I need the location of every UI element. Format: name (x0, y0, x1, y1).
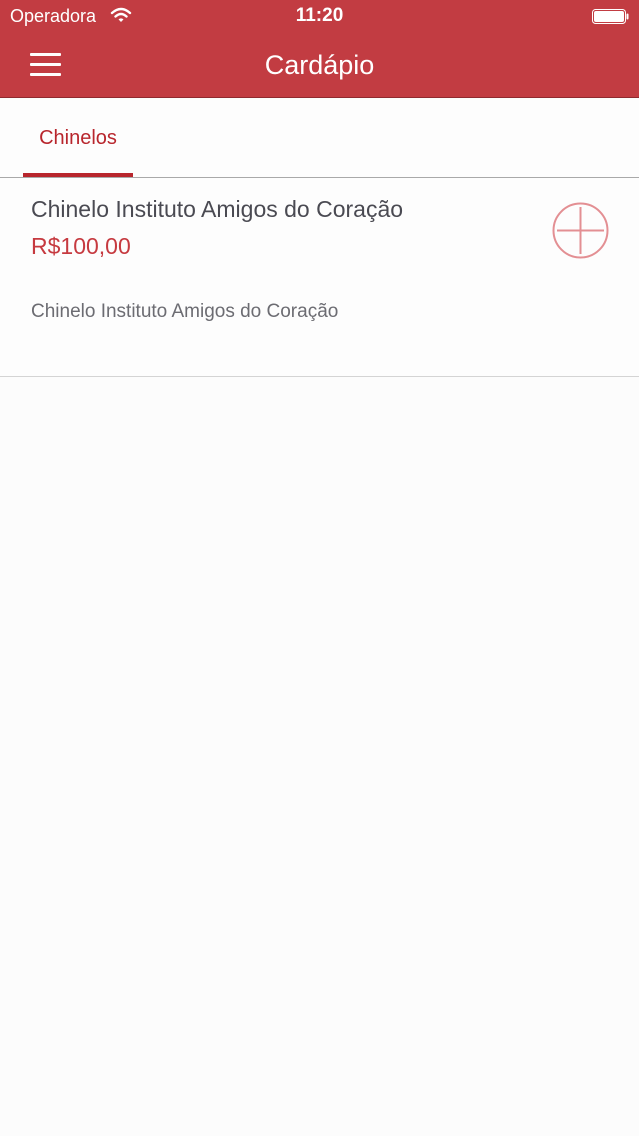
product-item[interactable]: Chinelo Instituto Amigos do Coração R$10… (0, 178, 639, 377)
product-description: Chinelo Instituto Amigos do Coração (31, 301, 339, 322)
tab-chinelos[interactable]: Chinelos (23, 99, 133, 177)
tab-selected-indicator (23, 173, 133, 177)
app-header: Operadora 11:20 Cardápio (0, 0, 639, 98)
status-time: 11:20 (295, 5, 344, 26)
page-title: Cardápio (264, 50, 375, 80)
tab-label: Chinelos (39, 127, 117, 149)
add-circle-icon[interactable] (552, 202, 609, 259)
status-bar: Operadora 11:20 (0, 0, 639, 32)
category-tabs: Chinelos (0, 99, 639, 178)
product-name: Chinelo Instituto Amigos do Coração (31, 196, 404, 222)
battery-icon (592, 9, 629, 24)
product-price: R$100,00 (31, 233, 131, 259)
navigation-bar: Cardápio (0, 32, 639, 98)
